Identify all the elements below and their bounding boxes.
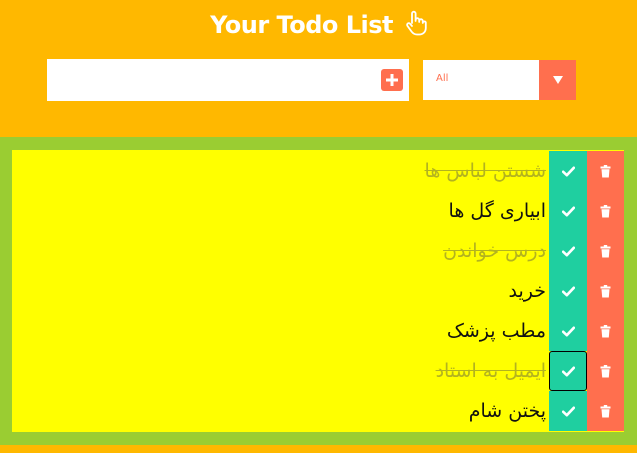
todo-item: ایمیل به استاد xyxy=(12,351,624,391)
todo-text: پختن شام xyxy=(468,400,546,422)
filter-dropdown-button[interactable] xyxy=(539,60,576,100)
check-icon xyxy=(561,406,575,416)
delete-button[interactable] xyxy=(587,311,624,351)
todo-text: درس خواندن xyxy=(443,240,546,262)
filter-selected-value: All xyxy=(436,73,449,84)
complete-button[interactable] xyxy=(549,151,587,191)
complete-button[interactable] xyxy=(549,351,587,391)
add-todo-button[interactable] xyxy=(381,69,403,91)
check-icon xyxy=(561,246,575,256)
todo-list: شستن لباس ها ابیاری گل ها درس خواندن خرید مط… xyxy=(12,150,624,432)
delete-button[interactable] xyxy=(587,351,624,391)
complete-button[interactable] xyxy=(549,391,587,431)
title-text: Your Todo List xyxy=(210,11,394,39)
trash-icon xyxy=(600,244,611,257)
header: Your Todo List All xyxy=(0,0,637,137)
delete-button[interactable] xyxy=(587,191,624,231)
delete-button[interactable] xyxy=(587,151,624,191)
todo-text: ابیاری گل ها xyxy=(448,200,546,222)
todo-item: درس خواندن xyxy=(12,231,624,271)
todo-item: ابیاری گل ها xyxy=(12,191,624,231)
filter-select[interactable]: All xyxy=(423,60,576,100)
complete-button[interactable] xyxy=(549,311,587,351)
trash-icon xyxy=(600,204,611,217)
trash-icon xyxy=(600,364,611,377)
trash-icon xyxy=(600,284,611,297)
todo-text: مطب پزشک xyxy=(446,320,546,342)
plus-square-icon xyxy=(386,74,398,86)
todo-item: مطب پزشک xyxy=(12,311,624,351)
check-icon xyxy=(561,206,575,216)
trash-icon xyxy=(600,324,611,337)
complete-button[interactable] xyxy=(549,231,587,271)
trash-icon xyxy=(600,164,611,177)
todo-item: پختن شام xyxy=(12,391,624,431)
delete-button[interactable] xyxy=(587,271,624,311)
complete-button[interactable] xyxy=(549,191,587,231)
delete-button[interactable] xyxy=(587,231,624,271)
check-icon xyxy=(561,366,575,376)
check-icon xyxy=(561,286,575,296)
complete-button[interactable] xyxy=(549,271,587,311)
caret-down-icon xyxy=(552,76,563,84)
todo-input[interactable] xyxy=(53,59,377,101)
check-icon xyxy=(561,326,575,336)
todo-text: شستن لباس ها xyxy=(424,160,546,182)
todo-input-container xyxy=(47,59,409,101)
delete-button[interactable] xyxy=(587,391,624,431)
todo-text: خرید xyxy=(508,280,547,302)
check-icon xyxy=(561,166,575,176)
hand-pointer-icon xyxy=(405,10,427,42)
todo-item: شستن لباس ها xyxy=(12,151,624,191)
todo-text: ایمیل به استاد xyxy=(435,360,546,382)
trash-icon xyxy=(600,404,611,417)
todo-item: خرید xyxy=(12,271,624,311)
page-title: Your Todo List xyxy=(0,10,637,42)
